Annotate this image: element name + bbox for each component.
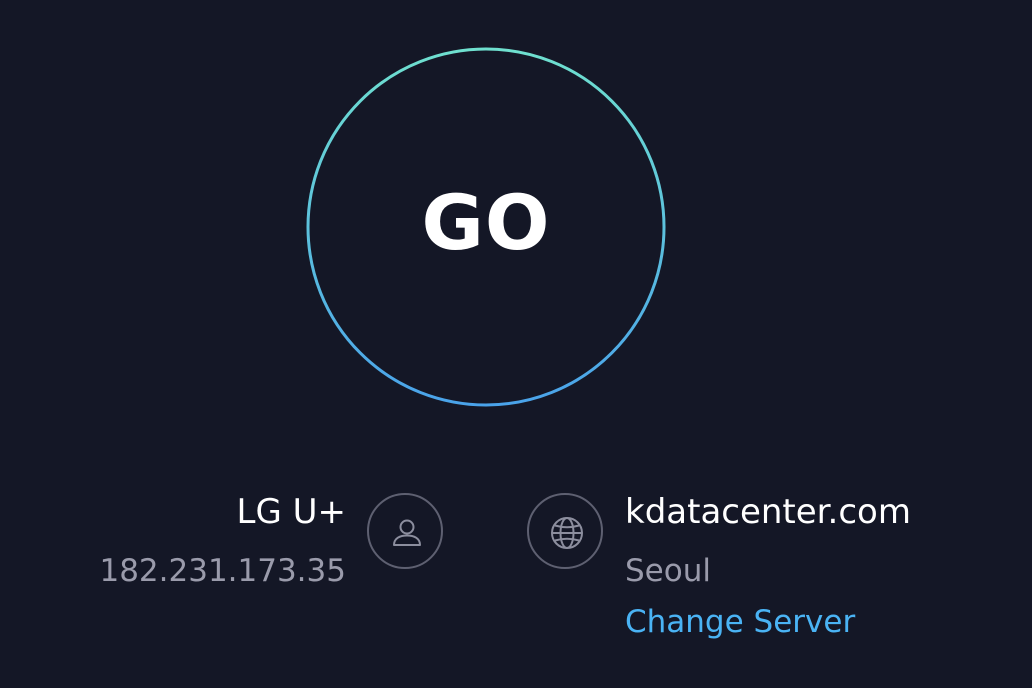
- globe-icon: [527, 493, 603, 569]
- server-city: Seoul: [625, 553, 711, 589]
- change-server-link[interactable]: Change Server: [625, 604, 855, 640]
- isp-name: LG U+: [236, 492, 346, 532]
- user-icon: [367, 493, 443, 569]
- server-name: kdatacenter.com: [625, 492, 911, 532]
- isp-ip-address: 182.231.173.35: [99, 553, 346, 589]
- go-button[interactable]: GO: [306, 47, 666, 407]
- speedtest-panel: GO LG U+ 182.231.173.35 kdatacenter.com …: [0, 0, 1032, 688]
- go-label: GO: [421, 178, 551, 267]
